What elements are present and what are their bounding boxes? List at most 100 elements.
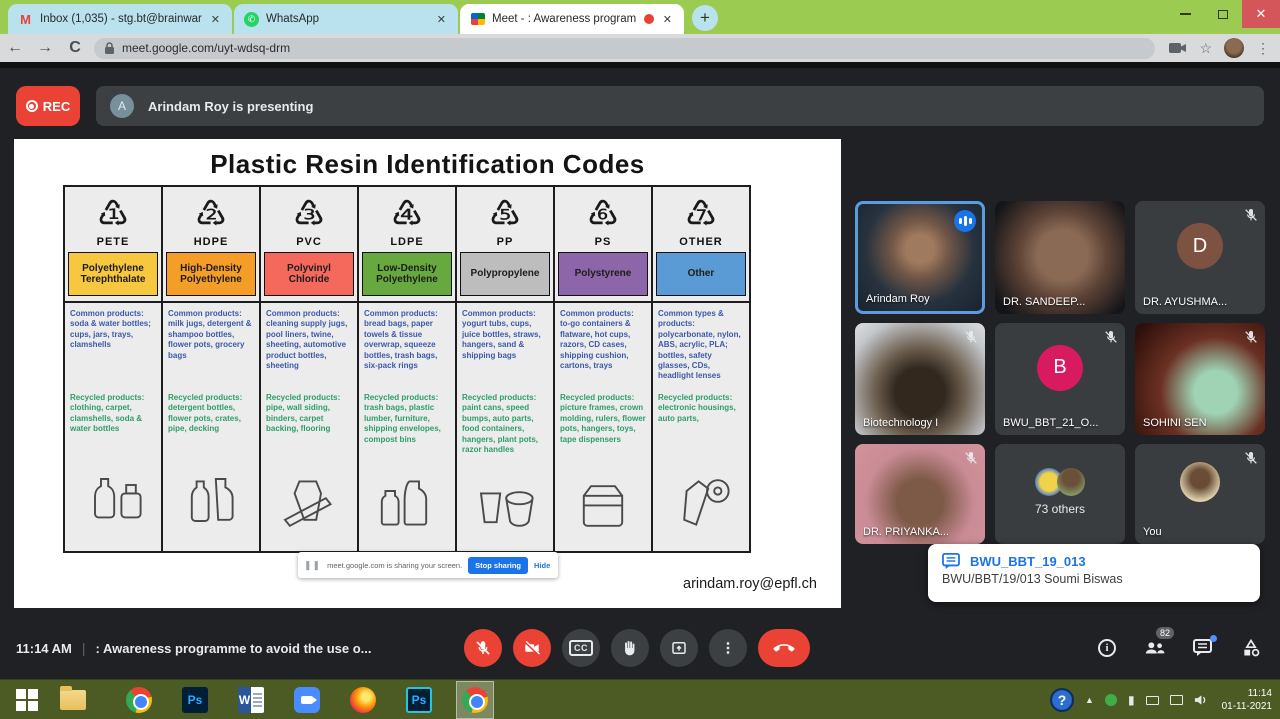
restore-button[interactable]	[1204, 0, 1242, 28]
new-tab-button[interactable]: +	[692, 5, 718, 31]
resin-name-band: Low-Density Polyethylene	[362, 252, 452, 296]
profile-avatar[interactable]	[1224, 38, 1244, 58]
participant-count-badge: 82	[1156, 627, 1174, 639]
participant-name: DR. PRIYANKA...	[863, 526, 949, 538]
back-button[interactable]: ←	[0, 39, 30, 57]
file-explorer-button[interactable]	[54, 681, 92, 719]
chat-notification-dot	[1210, 635, 1217, 642]
tab-whatsapp[interactable]: ✆ WhatsApp ✕	[234, 4, 458, 34]
tile-others[interactable]: 73 others	[995, 444, 1125, 544]
mic-off-icon	[963, 329, 979, 345]
tab-gmail[interactable]: M Inbox (1,035) - stg.bt@brainware ✕	[8, 4, 232, 34]
minimize-button[interactable]	[1166, 0, 1204, 28]
share-pause-icon: ❚❚	[304, 560, 321, 571]
resin-code: PETE	[65, 236, 161, 248]
screen: M Inbox (1,035) - stg.bt@brainware ✕ ✆ W…	[0, 0, 1280, 719]
battery-icon[interactable]	[1146, 696, 1159, 705]
others-avatars	[1035, 468, 1085, 496]
tile-dr-sandeep[interactable]: DR. SANDEEP...	[995, 201, 1125, 314]
meeting-details-button[interactable]: i	[1096, 637, 1118, 659]
firefox-icon	[350, 687, 376, 713]
whatsapp-icon: ✆	[244, 12, 259, 27]
clock[interactable]: 11:14 01-11-2021	[1222, 687, 1272, 714]
tile-dr-ayushma[interactable]: D DR. AYUSHMA...	[1135, 201, 1265, 314]
resin-code: HDPE	[163, 236, 259, 248]
tab-meet-active[interactable]: Meet - : Awareness program ✕	[460, 4, 684, 34]
product-illustration	[65, 455, 161, 551]
chat-bubble-icon	[942, 553, 960, 569]
resin-column-pete: ♳ PETE Polyethylene Terephthalate Common…	[65, 187, 163, 551]
recycled-products-text: Recycled products: trash bags, plastic l…	[359, 391, 455, 455]
close-button[interactable]: ✕	[1242, 0, 1280, 28]
present-button[interactable]	[660, 629, 698, 667]
tray-app-icon[interactable]: ▮	[1128, 693, 1135, 707]
browser-tab-strip: M Inbox (1,035) - stg.bt@brainware ✕ ✆ W…	[0, 0, 1280, 34]
more-options-button[interactable]	[709, 629, 747, 667]
hide-share-bar-button[interactable]: Hide	[534, 561, 550, 570]
recycling-symbol-3-icon: ♵	[261, 195, 357, 235]
tile-you[interactable]: You	[1135, 444, 1265, 544]
tile-bwu-bbt-21[interactable]: B BWU_BBT_21_O...	[995, 323, 1125, 435]
participant-name: You	[1143, 526, 1162, 538]
tab-close-icon[interactable]: ✕	[209, 13, 222, 26]
photoshop-button[interactable]: Ps	[176, 681, 214, 719]
captions-button[interactable]: CC	[562, 629, 600, 667]
meeting-time: 11:14 AM	[16, 641, 72, 656]
antivirus-icon[interactable]	[1105, 694, 1117, 706]
tab-close-icon[interactable]: ✕	[661, 13, 674, 26]
word-button[interactable]: W	[232, 681, 270, 719]
tab-title: WhatsApp	[266, 13, 428, 25]
camera-off-button[interactable]	[513, 629, 551, 667]
volume-icon[interactable]	[1194, 694, 1207, 706]
network-icon[interactable]	[1170, 695, 1183, 705]
bookmark-star-icon[interactable]: ☆	[1199, 40, 1212, 57]
refresh-button[interactable]: C	[60, 39, 90, 57]
record-icon	[26, 100, 38, 112]
tile-dr-priyanka[interactable]: DR. PRIYANKA...	[855, 444, 985, 544]
tile-arindam-roy[interactable]: Arindam Roy	[855, 201, 985, 314]
chrome-icon	[462, 687, 488, 713]
common-products-text: Common products: bread bags, paper towel…	[359, 303, 455, 391]
tile-biotechnology[interactable]: Biotechnology I	[855, 323, 985, 435]
mic-off-icon	[1243, 450, 1259, 466]
participant-name: BWU_BBT_21_O...	[1003, 417, 1098, 429]
firefox-button[interactable]	[344, 681, 382, 719]
shared-slide: Plastic Resin Identification Codes ♳ PET…	[14, 139, 841, 608]
help-icon[interactable]: ?	[1050, 688, 1074, 712]
photoshop2-button[interactable]: Ps	[400, 681, 438, 719]
toolbar-right: ☆ ⋮	[1169, 38, 1270, 58]
address-bar[interactable]: meet.google.com/uyt-wdsq-drm	[94, 38, 1155, 59]
activities-button[interactable]	[1240, 637, 1262, 659]
chrome-button[interactable]	[120, 681, 158, 719]
info-icon: i	[1098, 639, 1116, 657]
chat-notification[interactable]: BWU_BBT_19_013 BWU/BBT/19/013 Soumi Bisw…	[928, 544, 1260, 602]
browser-menu-icon[interactable]: ⋮	[1256, 40, 1270, 57]
common-products-text: Common products: to-go containers & flat…	[555, 303, 651, 391]
participant-name: Biotechnology I	[863, 417, 938, 429]
zoom-button[interactable]	[288, 681, 326, 719]
recycling-symbol-2-icon: ♴	[163, 195, 259, 235]
tab-camera-icon[interactable]	[1169, 42, 1187, 54]
others-count-label: 73 others	[995, 502, 1125, 516]
mic-off-button[interactable]	[464, 629, 502, 667]
tab-close-icon[interactable]: ✕	[435, 13, 448, 26]
mic-off-icon	[1243, 207, 1259, 223]
mic-off-icon	[1103, 329, 1119, 345]
start-button[interactable]	[8, 681, 46, 719]
tile-sohini-sen[interactable]: SOHINI SEN	[1135, 323, 1265, 435]
participants-button[interactable]: 82	[1144, 637, 1166, 659]
tray-expand-icon[interactable]: ▲	[1085, 695, 1094, 705]
chrome-active-button[interactable]	[456, 681, 494, 719]
participant-avatar: B	[1037, 345, 1083, 391]
rec-label: REC	[43, 99, 70, 114]
resin-codes-table: ♳ PETE Polyethylene Terephthalate Common…	[63, 185, 751, 553]
chat-button[interactable]	[1192, 637, 1214, 659]
forward-button[interactable]: →	[30, 39, 60, 57]
end-call-button[interactable]	[758, 629, 810, 667]
recycling-symbol-7-icon: ♹	[653, 195, 749, 235]
raise-hand-button[interactable]	[611, 629, 649, 667]
more-vert-icon	[719, 639, 737, 657]
recycling-symbol-5-icon: ♷	[457, 195, 553, 235]
stop-sharing-button[interactable]: Stop sharing	[468, 557, 528, 574]
slide-title: Plastic Resin Identification Codes	[14, 149, 841, 180]
